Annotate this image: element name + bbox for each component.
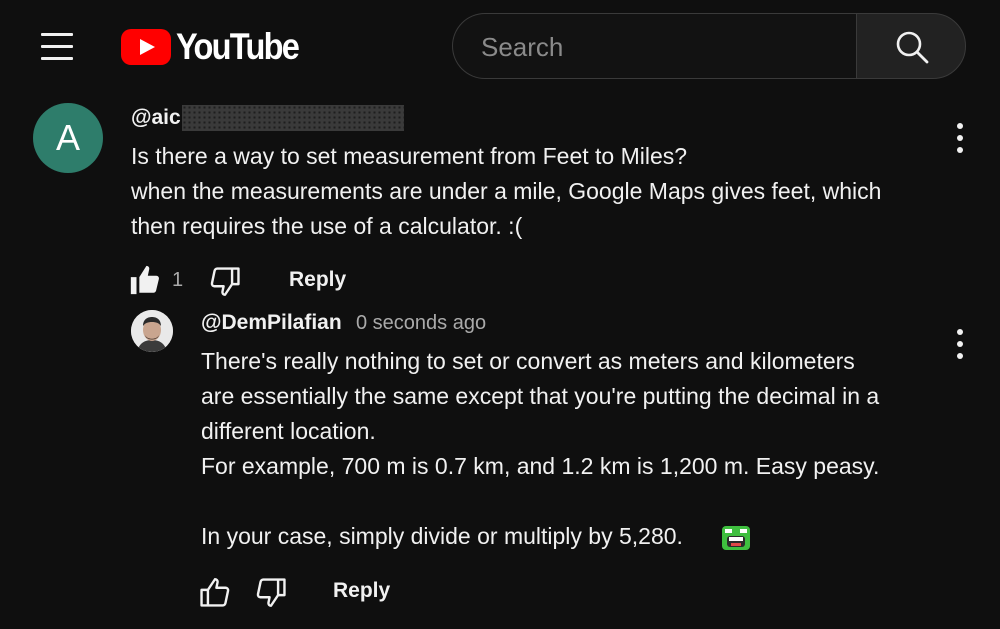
reply-to-reply-button[interactable]: Reply — [333, 579, 390, 603]
youtube-logo[interactable]: YouTube — [121, 26, 315, 67]
reply-text: There's really nothing to set or convert… — [201, 348, 880, 549]
search-button[interactable] — [856, 13, 966, 79]
laughing-emoji-icon — [722, 526, 750, 550]
top-bar: YouTube — [0, 0, 1000, 95]
thumbs-up-icon[interactable] — [128, 263, 162, 297]
hamburger-menu-icon[interactable] — [38, 30, 78, 64]
avatar[interactable]: A — [33, 103, 103, 173]
thumbs-down-icon[interactable] — [208, 265, 242, 299]
redacted-username — [182, 105, 404, 131]
logo-text: YouTube — [176, 26, 300, 67]
search-input[interactable] — [479, 28, 843, 66]
avatar-photo — [131, 310, 173, 352]
youtube-play-icon — [121, 29, 171, 65]
like-count: 1 — [172, 269, 184, 291]
search-icon — [896, 31, 929, 64]
comment-author[interactable]: @aic — [131, 106, 181, 130]
reply-timestamp[interactable]: 0 seconds ago — [356, 312, 486, 335]
thumbs-up-icon[interactable] — [198, 575, 232, 609]
thumbs-down-icon[interactable] — [254, 576, 288, 610]
reply-button[interactable]: Reply — [289, 268, 346, 292]
comment-text: Is there a way to set measurement from F… — [131, 143, 882, 239]
reply-avatar[interactable] — [131, 310, 173, 352]
reply-author[interactable]: @DemPilafian — [201, 311, 342, 335]
search-box — [452, 13, 856, 79]
comment-more-menu[interactable] — [950, 121, 970, 155]
reply-more-menu[interactable] — [950, 327, 970, 361]
